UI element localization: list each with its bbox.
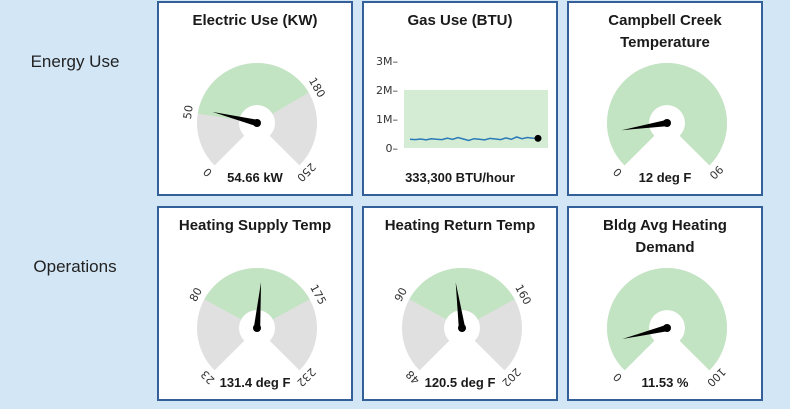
- gas-last-point: [534, 134, 542, 142]
- campbell-creek-gauge: 0 90: [607, 63, 727, 182]
- panel-value: 131.4 deg F: [219, 375, 291, 390]
- panel-value: 333,300 BTU/hour: [405, 170, 515, 185]
- heating-supply-gauge: 2380 175232: [187, 268, 329, 389]
- gauge-needle-hub: [253, 324, 261, 332]
- heating-return-panel: Heating Return Temp 48 90 160 202 120.5 deg…: [362, 206, 558, 401]
- row-label-operations: Operations: [33, 257, 117, 276]
- gauge-needle-hub: [253, 119, 261, 127]
- panel-value: 54.66 kW: [227, 170, 283, 185]
- gauge-tick-label: 80: [187, 285, 205, 304]
- bldg-heating-demand-panel: Bldg Avg Heating Demand 0 100 11.53 %: [567, 206, 763, 401]
- gauge-needle-hub: [663, 324, 671, 332]
- y-tick-label: 2M–: [376, 84, 398, 97]
- gauge-target-band: [607, 268, 727, 371]
- gauge-target-band: [607, 63, 727, 166]
- electric-use-gauge: 050180250: [181, 63, 328, 184]
- gas-use-panel: Gas Use (BTU) 0– 1M– 2M– 3M– 333,300 BTU/ho…: [362, 1, 558, 196]
- y-tick-label: 1M–: [376, 113, 398, 126]
- gauge-tick-label: 50: [181, 104, 196, 120]
- bldg-heating-demand-gauge: 0 100: [607, 268, 728, 389]
- gauge-tick-label: 90: [392, 285, 410, 304]
- campbell-creek-panel: Campbell Creek Temperature 0 90 12 deg F: [567, 1, 763, 196]
- y-tick-label: 0–: [386, 142, 399, 155]
- gauge-needle-hub: [458, 324, 466, 332]
- panel-value: 120.5 deg F: [424, 375, 496, 390]
- heating-supply-panel: Heating Supply Temp 23 80 175 232 131.4 deg…: [157, 206, 353, 401]
- gas-use-line-chart: 0– 1M– 2M– 3M–: [376, 55, 548, 155]
- panel-value: 11.53 %: [641, 375, 689, 390]
- panel-value: 12 deg F: [638, 170, 692, 185]
- row-label-energy-use: Energy Use: [30, 52, 120, 71]
- electric-use-panel: Electric Use (KW) 0 50 180 250 54.66 kW: [157, 1, 353, 196]
- gauge-needle-hub: [663, 119, 671, 127]
- y-tick-label: 3M–: [376, 55, 398, 68]
- heating-return-gauge: 4890 160202: [392, 268, 534, 389]
